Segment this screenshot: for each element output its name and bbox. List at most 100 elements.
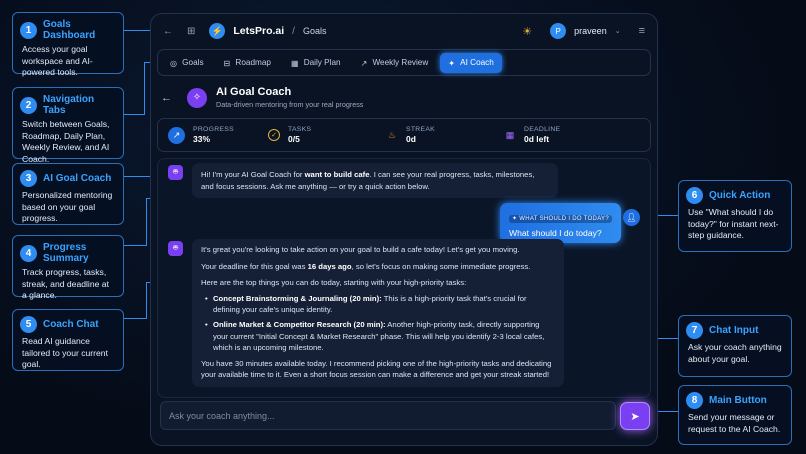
tab-weekly-review[interactable]: ↗ Weekly Review — [353, 53, 437, 73]
stat-progress: ↗ PROGRESS 33% — [158, 126, 258, 144]
callout-desc: Read AI guidance tailored to your curren… — [22, 336, 108, 369]
flame-icon: ♨ — [387, 129, 397, 140]
stat-label: DEADLINE — [524, 126, 561, 133]
list-item: Concept Brainstorming & Journaling (20 m… — [205, 293, 555, 316]
sun-icon[interactable]: ☀ — [522, 25, 532, 38]
task-title: Concept Brainstorming & Journaling (20 m… — [213, 293, 382, 303]
check-circle-icon: ✓ — [268, 129, 280, 141]
callout-progress-summary: 4 Progress Summary Track progress, tasks,… — [12, 235, 124, 300]
breadcrumb-goals[interactable]: Goals — [303, 26, 327, 36]
bot-icon: 🤖︎ — [168, 241, 183, 256]
task-list: Concept Brainstorming & Journaling (20 m… — [205, 293, 555, 354]
sparkle-icon: ✦ — [448, 58, 456, 68]
stat-tasks: ✓ TASKS 0/5 — [258, 126, 376, 144]
connector-line — [144, 62, 145, 115]
stat-label: TASKS — [288, 126, 312, 133]
stat-value: 0d left — [524, 134, 550, 144]
avatar[interactable]: P — [550, 23, 567, 39]
bot-message: Hi! I'm your AI Goal Coach for want to b… — [192, 163, 558, 199]
stat-streak: ♨ STREAK 0d — [376, 126, 494, 144]
stat-value: 0d — [406, 134, 416, 144]
tab-roadmap[interactable]: ⊟ Roadmap — [216, 53, 279, 73]
brand-name[interactable]: LetsPro.ai — [233, 25, 284, 37]
connector-line — [124, 114, 144, 115]
connector-line — [124, 245, 146, 246]
menu-icon[interactable]: ≡ — [639, 25, 645, 37]
connector-line — [146, 198, 147, 246]
message-text: It's great you're looking to take action… — [201, 245, 520, 254]
app-window: ← ⊞ ⚡ LetsPro.ai / Goals ☀ P praveen ⌄ ≡… — [150, 13, 658, 446]
connector-line — [124, 318, 146, 319]
tab-daily-plan[interactable]: ▦ Daily Plan — [283, 53, 349, 73]
callout-quick-action: 6 Quick Action Use "What should I do toda… — [678, 180, 792, 252]
chat-input[interactable]: Ask your coach anything... — [160, 401, 616, 430]
message-text: Your deadline for this goal was — [201, 261, 308, 271]
tab-goals[interactable]: ◎ Goals — [162, 53, 212, 73]
callout-coach-chat: 5 Coach Chat Read AI guidance tailored to… — [12, 309, 124, 371]
back-arrow-icon[interactable]: ← — [161, 92, 172, 104]
callout-number: 3 — [20, 170, 37, 187]
bot-message: It's great you're looking to take action… — [192, 239, 564, 387]
target-icon: ◎ — [170, 58, 178, 68]
callout-number: 6 — [686, 187, 703, 204]
quick-action-tag[interactable]: ✦ WHAT SHOULD I DO TODAY? — [509, 215, 612, 223]
user-name[interactable]: praveen — [574, 26, 607, 36]
callout-number: 4 — [20, 244, 37, 262]
trend-icon: ↗ — [168, 126, 185, 144]
callout-chat-input: 7 Chat Input Ask your coach anything abou… — [678, 315, 792, 377]
callout-title: Main Button — [709, 395, 767, 406]
sparkle-icon: ✧ — [187, 87, 207, 108]
message-goal: want to build cafe — [304, 170, 370, 179]
message-text: Your deadline for this goal was 16 days … — [201, 261, 555, 273]
back-arrow-icon[interactable]: ← — [163, 26, 173, 37]
callout-title: Goals Dashboard — [43, 19, 96, 41]
trend-icon: ↗ — [360, 58, 368, 68]
callout-title: Quick Action — [709, 190, 771, 201]
tab-label: Roadmap — [235, 58, 271, 67]
stat-value: 0/5 — [288, 134, 300, 144]
stat-label: PROGRESS — [193, 126, 234, 133]
tab-label: Weekly Review — [372, 58, 429, 67]
callout-navigation-tabs: 2 Navigation Tabs Switch between Goals, R… — [12, 87, 124, 164]
list-item: Online Market & Competitor Research (20 … — [205, 319, 555, 354]
top-bar: ← ⊞ ⚡ LetsPro.ai / Goals ☀ P praveen ⌄ ≡ — [151, 14, 657, 48]
stat-label: STREAK — [406, 126, 435, 133]
page-header: ← ✧ AI Goal Coach Data-driven mentoring … — [161, 86, 363, 109]
callout-title: Coach Chat — [43, 319, 99, 330]
callout-desc: Access your goal workspace and AI-powere… — [22, 44, 93, 77]
tab-label: AI Coach — [460, 58, 494, 67]
navigation-tabs: ◎ Goals ⊟ Roadmap ▦ Daily Plan ↗ Weekly Revi… — [157, 49, 651, 76]
page-subtitle: Data-driven mentoring from your real pro… — [216, 100, 364, 109]
user-message: ✦ WHAT SHOULD I DO TODAY? What should I … — [500, 203, 621, 243]
user-icon: 👤︎ — [623, 209, 640, 226]
page-title: AI Goal Coach — [216, 86, 292, 98]
stat-value: 33% — [193, 134, 211, 144]
callout-ai-goal-coach: 3 AI Goal Coach Personalized mentoring ba… — [12, 163, 124, 225]
progress-summary: ↗ PROGRESS 33% ✓ TASKS 0/5 ♨ STREAK 0d ▦ DE… — [157, 118, 651, 152]
task-title: Online Market & Competitor Research (20 … — [213, 319, 386, 329]
calendar-icon: ▦ — [505, 129, 515, 140]
send-button[interactable]: ➤ — [620, 402, 650, 430]
stat-deadline: ▦ DEADLINE 0d left — [494, 126, 612, 144]
tab-label: Daily Plan — [303, 58, 341, 67]
callout-title: AI Goal Coach — [43, 173, 112, 184]
tab-label: Goals — [182, 58, 204, 67]
callout-title: Progress Summary — [43, 242, 89, 264]
message-text: Hi! I'm your AI Goal Coach for — [201, 170, 305, 179]
callout-desc: Ask your coach anything about your goal. — [688, 342, 782, 364]
tab-ai-coach[interactable]: ✦ AI Coach — [440, 52, 502, 73]
callout-title: Chat Input — [709, 325, 759, 336]
callout-title: Navigation Tabs — [43, 94, 95, 116]
callout-desc: Use "What should I do today?" for instan… — [688, 207, 779, 240]
calendar-icon: ▦ — [290, 58, 299, 68]
message-text: , so let's focus on making some immediat… — [351, 261, 531, 271]
message-text: You have 30 minutes available today. I r… — [201, 358, 552, 380]
connector-line — [146, 282, 147, 319]
grid-icon[interactable]: ⊞ — [187, 26, 195, 37]
user-message-text: What should I do today? — [509, 228, 602, 238]
map-icon: ⊟ — [223, 58, 231, 68]
callout-number: 2 — [20, 96, 37, 114]
chevron-down-icon[interactable]: ⌄ — [615, 27, 621, 35]
callout-number: 1 — [20, 21, 37, 39]
callout-goals-dashboard: 1 Goals Dashboard Access your goal worksp… — [12, 12, 124, 77]
